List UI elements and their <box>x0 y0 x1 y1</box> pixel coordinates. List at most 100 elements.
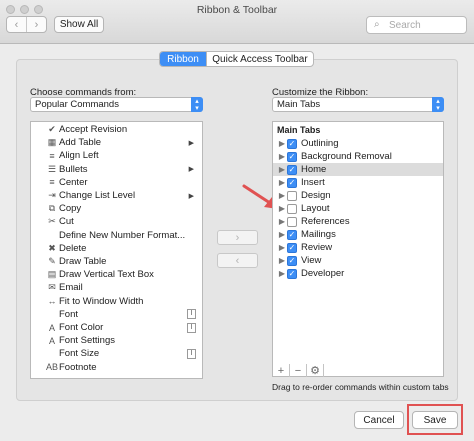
format-box-icon: I <box>187 348 196 359</box>
show-all-button[interactable]: Show All <box>54 16 104 33</box>
remove-tab-button[interactable]: − <box>290 364 307 377</box>
command-label: Bullets <box>59 163 88 175</box>
disclosure-triangle-icon[interactable]: ▶ <box>277 230 287 239</box>
ribbon-tab-label: Insert <box>301 177 325 188</box>
disclosure-triangle-icon[interactable]: ▶ <box>277 178 287 187</box>
customize-ribbon-dropdown[interactable]: Main Tabs ▴ ▾ <box>272 97 444 112</box>
command-item[interactable]: Font Size I <box>45 347 200 360</box>
dropdown-arrows-icon: ▴ ▾ <box>191 97 203 112</box>
add-tab-button[interactable]: + <box>273 364 290 377</box>
command-item[interactable]: A Font Settings <box>45 334 200 347</box>
command-icon: ✂ <box>48 216 56 227</box>
tab-ribbon[interactable]: Ribbon <box>160 52 206 66</box>
command-item[interactable]: ✂ Cut <box>45 215 200 228</box>
command-icon: ▤ <box>47 269 57 280</box>
ribbon-tab-label: Layout <box>301 203 330 214</box>
command-icon: ✖ <box>48 242 56 253</box>
ribbon-tab-item[interactable]: ▶ ✓ Outlining <box>273 137 443 150</box>
ribbon-tab-item[interactable]: ▶ ✓ Mailings <box>273 228 443 241</box>
command-item[interactable]: ▤ Draw Vertical Text Box <box>45 268 200 281</box>
ribbon-tab-item[interactable]: ▶ ✓ Background Removal <box>273 150 443 163</box>
ribbon-tabs-tree[interactable]: Main Tabs ▶ ✓ Outlining ▶ ✓ Background Remova… <box>272 121 444 377</box>
command-item[interactable]: ⧉ Copy <box>45 202 200 215</box>
command-item[interactable]: ↔ Fit to Window Width <box>45 295 200 308</box>
command-label: Add Table <box>59 137 102 149</box>
disclosure-triangle-icon[interactable]: ▶ <box>277 165 287 174</box>
ribbon-tab-label: Home <box>301 164 327 175</box>
command-item[interactable]: ✎ Draw Table <box>45 255 200 268</box>
ribbon-tab-item[interactable]: ▶ ✓ View <box>273 254 443 267</box>
command-icon: ▦ <box>47 137 57 148</box>
tab-checkbox[interactable]: ✓ <box>287 177 297 188</box>
tab-checkbox[interactable] <box>287 190 297 201</box>
search-field[interactable]: ⌕ Search <box>366 16 467 34</box>
ribbon-tab-item[interactable]: ▶ ✓ Home <box>273 163 443 176</box>
back-icon[interactable]: ‹ <box>7 17 26 32</box>
ribbon-tab-label: Background Removal <box>301 151 392 162</box>
disclosure-triangle-icon[interactable]: ▶ <box>277 256 287 265</box>
tab-checkbox[interactable] <box>287 203 297 214</box>
command-label: Align Left <box>59 150 99 162</box>
tab-checkbox[interactable]: ✓ <box>287 138 297 149</box>
remove-command-button[interactable]: ‹ <box>217 253 258 268</box>
disclosure-triangle-icon[interactable]: ▶ <box>277 152 287 161</box>
command-item[interactable]: ✉ Email <box>45 281 200 294</box>
ribbon-tab-label: Design <box>301 190 331 201</box>
ribbon-tab-label: View <box>301 255 322 266</box>
command-item[interactable]: ✔ Accept Revision <box>45 123 200 136</box>
tab-checkbox[interactable]: ✓ <box>287 164 297 175</box>
choose-commands-dropdown[interactable]: Popular Commands ▴ ▾ <box>30 97 203 112</box>
tab-checkbox[interactable]: ✓ <box>287 229 297 240</box>
format-box-icon: I <box>187 322 196 333</box>
command-item[interactable]: ≡ Center <box>45 176 200 189</box>
command-label: Define New Number Format... <box>59 229 186 241</box>
ribbon-tab-item[interactable]: ▶ ✓ Insert <box>273 176 443 189</box>
command-item[interactable]: ▦ Add Table ▶ <box>45 136 200 149</box>
disclosure-triangle-icon[interactable]: ▶ <box>277 243 287 252</box>
choose-commands-value: Popular Commands <box>35 99 119 110</box>
command-icon: ⧉ <box>48 203 56 214</box>
command-item[interactable]: Font I <box>45 308 200 321</box>
add-command-button[interactable]: › <box>217 230 258 245</box>
command-item[interactable]: AB Footnote <box>45 361 200 374</box>
ribbon-tab-label: Outlining <box>301 138 339 149</box>
command-item[interactable]: ≡ Align Left <box>45 149 200 162</box>
disclosure-triangle-icon[interactable]: ▶ <box>277 139 287 148</box>
command-icon: ✔ <box>48 124 56 134</box>
disclosure-triangle-icon[interactable]: ▶ <box>277 191 287 200</box>
submenu-arrow-icon: ▶ <box>188 166 194 174</box>
command-icon: ⇥ <box>48 190 56 200</box>
tab-checkbox[interactable]: ✓ <box>287 255 297 266</box>
tab-checkbox[interactable] <box>287 216 297 227</box>
command-label: Fit to Window Width <box>59 295 144 307</box>
command-item[interactable]: ⇥ Change List Level ▶ <box>45 189 200 202</box>
tab-checkbox[interactable]: ✓ <box>287 268 297 279</box>
ribbon-tab-item[interactable]: ▶ Design <box>273 189 443 202</box>
ribbon-tab-label: Review <box>301 242 333 253</box>
ribbon-tab-item[interactable]: ▶ Layout <box>273 202 443 215</box>
tab-quick-access-toolbar[interactable]: Quick Access Toolbar <box>206 52 313 66</box>
commands-list[interactable]: ✔ Accept Revision ▦ Add Table ▶ ≡ Align Left ☰ B… <box>30 121 203 379</box>
dropdown-arrows-icon: ▴ ▾ <box>432 97 444 112</box>
disclosure-triangle-icon[interactable]: ▶ <box>277 204 287 213</box>
command-icon: ☰ <box>47 163 57 174</box>
ribbon-tab-item[interactable]: ▶ ✓ Review <box>273 241 443 254</box>
disclosure-triangle-icon[interactable]: ▶ <box>277 269 287 278</box>
command-item[interactable]: ☰ Bullets ▶ <box>45 163 200 176</box>
command-item[interactable]: ✖ Delete <box>45 242 200 255</box>
command-label: Font Settings <box>59 335 115 347</box>
command-icon: ≡ <box>49 177 55 188</box>
disclosure-triangle-icon[interactable]: ▶ <box>277 217 287 226</box>
command-item[interactable]: A Font Color I <box>45 321 200 334</box>
command-label: Cut <box>59 216 74 228</box>
command-item[interactable]: Define New Number Format... <box>45 229 200 242</box>
gear-icon[interactable]: ⚙ <box>307 364 324 377</box>
tab-checkbox[interactable]: ✓ <box>287 151 297 162</box>
ribbon-tab-item[interactable]: ▶ References <box>273 215 443 228</box>
forward-icon[interactable]: › <box>26 17 46 32</box>
tab-checkbox[interactable]: ✓ <box>287 242 297 253</box>
cancel-button[interactable]: Cancel <box>354 411 404 429</box>
command-label: Font <box>59 308 79 320</box>
format-box-icon: I <box>187 309 196 320</box>
ribbon-tab-item[interactable]: ▶ ✓ Developer <box>273 267 443 280</box>
